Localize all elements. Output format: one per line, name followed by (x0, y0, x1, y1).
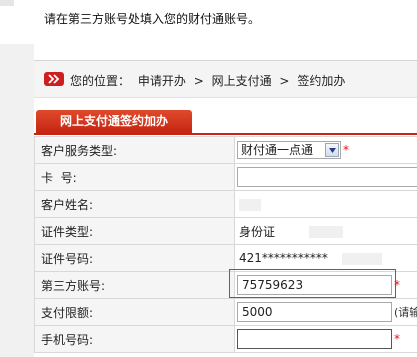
mobile-label: 手机号码: (34, 325, 235, 353)
breadcrumb-item-sign: 签约加办 (297, 74, 346, 88)
form-row-customer-name: 客户姓名: (34, 190, 417, 218)
service-type-label: 客户服务类型: (34, 136, 235, 164)
corner-mark (0, 0, 14, 6)
breadcrumb: 您的位置： 申请开办 > 网上支付通 > 签约加办 (34, 60, 417, 98)
form-row-mobile: 手机号码: * (34, 325, 417, 353)
required-mark: * (343, 143, 349, 157)
service-type-select[interactable]: 财付通一点通 (237, 141, 341, 159)
highlight-box (229, 269, 396, 298)
form-row-card-no: 卡 号: (34, 163, 417, 191)
form-row-payment-limit: 支付限额: 5000 (请输 (34, 298, 417, 326)
breadcrumb-item-online-pay[interactable]: 网上支付通 (212, 74, 272, 88)
required-mark: * (394, 332, 400, 346)
id-no-label: 证件号码: (34, 244, 235, 272)
breadcrumb-item-apply[interactable]: 申请开办 (138, 74, 186, 88)
id-type-value: 身份证 (239, 224, 276, 239)
breadcrumb-text: 您的位置： 申请开办 > 网上支付通 > 签约加办 (70, 72, 349, 89)
chevron-down-icon[interactable] (325, 143, 339, 157)
id-no-value: 421*********** (239, 251, 328, 265)
id-type-label: 证件类型: (34, 217, 235, 245)
payment-limit-input[interactable]: 5000 (237, 302, 392, 322)
signup-form: 客户服务类型: 财付通一点通 * 卡 号: 客户姓名: 证件类型: 身份证 证件… (34, 136, 417, 353)
left-gutter (0, 44, 34, 357)
breadcrumb-separator: > (279, 74, 290, 88)
customer-name-label: 客户姓名: (34, 190, 235, 218)
form-row-service-type: 客户服务类型: 财付通一点通 * (34, 136, 417, 164)
service-type-selected: 财付通一点通 (241, 143, 314, 157)
instruction-text: 请在第三方账号处填入您的财付通账号。 (44, 12, 261, 26)
payment-limit-hint: (请输 (394, 305, 417, 319)
card-no-label: 卡 号: (34, 163, 235, 191)
form-row-id-type: 证件类型: 身份证 (34, 217, 417, 245)
customer-name-redacted (239, 198, 261, 211)
mobile-input[interactable] (237, 329, 392, 349)
payment-limit-label: 支付限额: (34, 298, 235, 326)
form-row-id-no: 证件号码: 421*********** (34, 244, 417, 272)
breadcrumb-separator: > (193, 74, 204, 88)
third-party-account-label: 第三方账号: (34, 271, 235, 299)
double-chevron-icon (44, 72, 64, 86)
card-no-input[interactable] (237, 167, 417, 187)
tab-underline (34, 133, 417, 135)
breadcrumb-prefix: 您的位置： (70, 74, 131, 88)
id-type-redacted (308, 226, 343, 238)
id-no-redacted (341, 252, 382, 265)
tab-sign-up[interactable]: 网上支付通签约加办 (36, 110, 192, 133)
